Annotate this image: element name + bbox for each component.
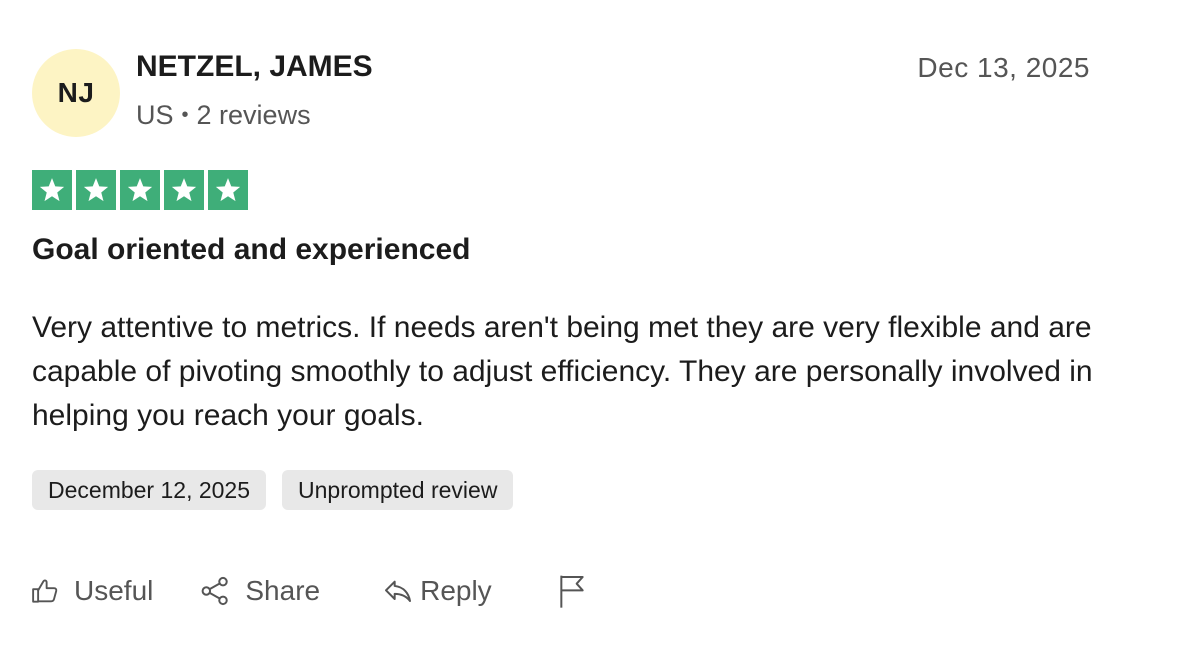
reply-button[interactable]: Reply bbox=[382, 575, 492, 607]
avatar-initials: NJ bbox=[57, 77, 95, 108]
star-rating bbox=[32, 170, 248, 210]
review-date: Dec 13, 2025 bbox=[917, 52, 1090, 83]
reviewer-name[interactable]: NETZEL, JAMES bbox=[136, 50, 373, 84]
reply-icon bbox=[382, 575, 414, 607]
share-label: Share bbox=[245, 575, 321, 606]
review-body: Very attentive to metrics. If needs aren… bbox=[32, 311, 1093, 432]
review-tags: December 12, 2025 Unprompted review bbox=[32, 470, 514, 510]
reviewer-country: US bbox=[136, 100, 174, 130]
share-button[interactable]: Share bbox=[199, 575, 320, 607]
star-icon bbox=[76, 170, 116, 210]
share-icon bbox=[199, 575, 231, 607]
reply-label: Reply bbox=[420, 575, 492, 606]
meta-separator: • bbox=[181, 104, 189, 126]
star-icon bbox=[208, 170, 248, 210]
flag-icon bbox=[556, 573, 588, 609]
review-actions: Useful Share Reply bbox=[30, 568, 588, 614]
star-icon bbox=[120, 170, 160, 210]
avatar[interactable]: NJ bbox=[32, 49, 120, 137]
useful-button[interactable]: Useful bbox=[30, 575, 153, 607]
thumbs-up-icon bbox=[30, 576, 60, 606]
review-source-tag[interactable]: Unprompted review bbox=[282, 470, 514, 510]
reviewer-meta: US • 2 reviews bbox=[136, 100, 311, 131]
star-icon bbox=[164, 170, 204, 210]
useful-label: Useful bbox=[74, 575, 154, 606]
report-button[interactable] bbox=[556, 573, 588, 609]
reviewer-review-count[interactable]: 2 reviews bbox=[197, 100, 311, 131]
review-title[interactable]: Goal oriented and experienced bbox=[32, 233, 470, 267]
experience-date-tag: December 12, 2025 bbox=[32, 470, 267, 510]
star-icon bbox=[32, 170, 72, 210]
